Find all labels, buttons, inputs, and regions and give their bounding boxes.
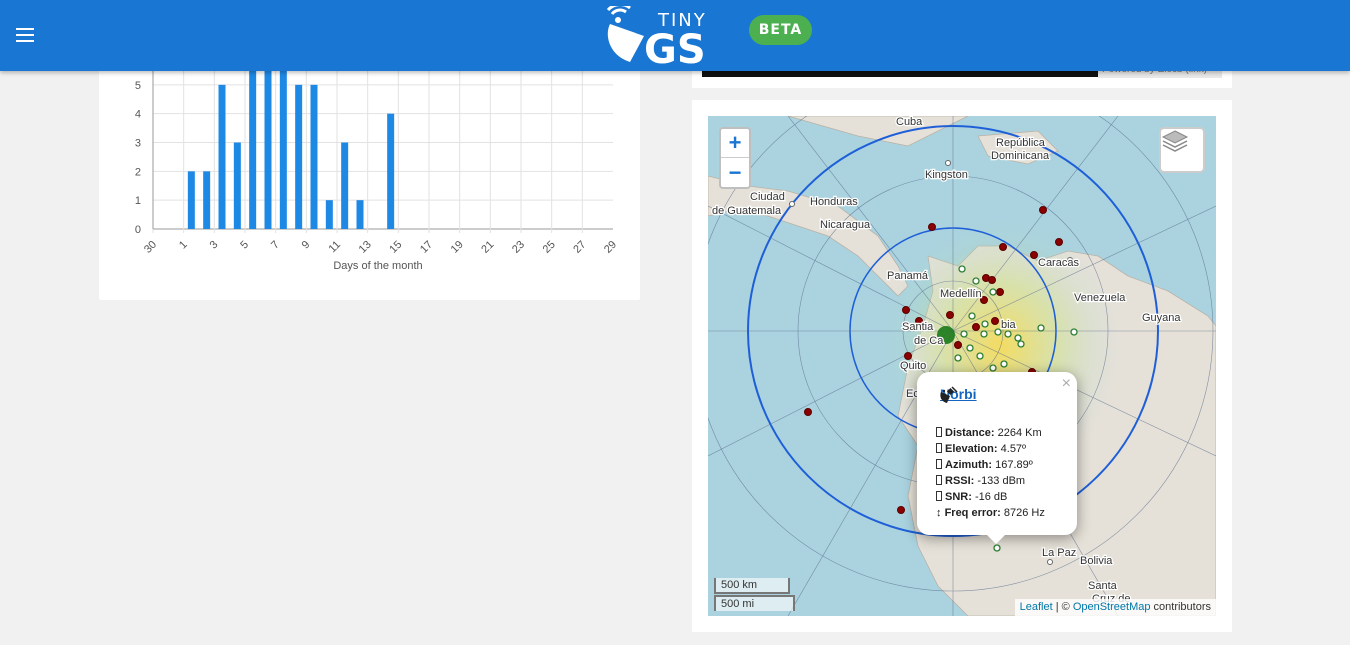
attribution-tail: contributors: [1150, 601, 1211, 613]
label-santiago-2: de Ca: [914, 335, 944, 347]
azimuth-icon: [936, 459, 942, 469]
popup-row-distance: Distance: 2264 Km: [936, 425, 1045, 441]
x-tick-label: 29: [602, 239, 619, 256]
popup-close-button[interactable]: ×: [1062, 375, 1071, 393]
label-nicaragua: Nicaragua: [820, 219, 871, 231]
map-card: Cuba República Dominicana Kingston Ciuda…: [692, 100, 1232, 632]
y-tick-label: 2: [135, 166, 141, 178]
beta-badge: BETA: [749, 15, 812, 45]
popup-tip: [986, 534, 1006, 544]
distance-icon: [936, 427, 942, 437]
x-axis-label: Days of the month: [333, 260, 422, 272]
x-tick-label: 30: [142, 239, 159, 256]
days-bar-chart: 01234530 1 3 5 7 9 11 13 15 17 19 21 23 25 27 29Days of…: [135, 40, 619, 272]
label-cuba: Cuba: [896, 116, 923, 128]
x-tick-label: 17: [418, 239, 435, 256]
attribution-separator: | ©: [1052, 601, 1073, 613]
map-tiles: Cuba República Dominicana Kingston Ciuda…: [708, 116, 1216, 616]
popup-details: Distance: 2264 Km Elevation: 4.57º Azimu…: [936, 425, 1045, 521]
x-tick-label: 21: [479, 239, 496, 256]
popup-row-snr: SNR: -16 dB: [936, 489, 1045, 505]
snr-icon: [936, 491, 942, 501]
y-tick-label: 5: [135, 80, 141, 92]
y-tick-label: 1: [135, 195, 141, 207]
label-colombia: bia: [1001, 319, 1017, 331]
bar-day-3: [203, 171, 211, 229]
label-santa: Santa: [1088, 580, 1118, 592]
osm-link[interactable]: OpenStreetMap: [1073, 601, 1151, 613]
layers-icon[interactable]: [1159, 127, 1205, 173]
y-tick-label: 0: [135, 224, 141, 236]
popup-row-rssi: RSSI: -133 dBm: [936, 473, 1045, 489]
x-tick-label: 19: [449, 239, 466, 256]
popup-row-elevation: Elevation: 4.57º: [936, 441, 1045, 457]
label-venezuela: Venezuela: [1074, 292, 1126, 304]
x-tick-label: 1: [177, 239, 190, 252]
x-tick-label: 23: [510, 239, 527, 256]
bar-day-5: [233, 142, 241, 229]
zoom-control: + −: [719, 127, 751, 189]
bar-day-2: [187, 171, 195, 229]
label-dominicana: Dominicana: [991, 150, 1050, 162]
bar-day-10: [310, 84, 318, 229]
x-tick-label: 7: [269, 239, 282, 252]
label-santiago-1: Santia: [902, 321, 934, 333]
label-quito: Quito: [900, 360, 926, 372]
monthly-chart-card: 0 1 2 3 4 5 30 1 3 5 7 9 11 13 15 17 19 21 23 25 27 29 Days of…: [99, 40, 640, 300]
label-medellin: Medellín: [940, 288, 982, 300]
label-panama: Panamá: [887, 270, 929, 282]
logo-text-main: GS: [644, 27, 706, 66]
label-kingston: Kingston: [925, 169, 968, 181]
tinygs-logo[interactable]: TINY GS: [604, 3, 722, 73]
bar-day-6: [249, 56, 257, 229]
popup-row-azimuth: Azimuth: 167.89º: [936, 457, 1045, 473]
label-caracas: Caracas: [1038, 257, 1079, 269]
leaflet-link[interactable]: Leaflet: [1020, 601, 1053, 613]
label-la-paz: La Paz: [1042, 547, 1076, 559]
label-guyana: Guyana: [1142, 312, 1181, 324]
x-tick-label: 13: [357, 239, 374, 256]
y-tick-label: 4: [135, 109, 141, 121]
hamburger-menu-icon[interactable]: [16, 24, 40, 46]
elevation-icon: [936, 443, 942, 453]
bar-day-15: [387, 113, 395, 229]
label-ciudad: Ciudad: [750, 191, 785, 203]
x-tick-label: 9: [300, 239, 313, 252]
bar-day-13: [356, 200, 364, 229]
x-tick-label: 5: [238, 239, 251, 252]
leaflet-map[interactable]: Cuba República Dominicana Kingston Ciuda…: [708, 116, 1216, 616]
zoom-out-button[interactable]: −: [721, 158, 749, 187]
x-tick-label: 25: [541, 239, 558, 256]
x-tick-label: 15: [387, 239, 404, 256]
bar-day-7: [264, 56, 272, 229]
label-bolivia: Bolivia: [1080, 555, 1113, 567]
x-tick-label: 11: [327, 239, 344, 256]
x-tick-label: 3: [208, 239, 221, 252]
freq-error-icon: ↕: [936, 507, 942, 519]
bar-day-4: [218, 84, 226, 229]
popup-row-freq-error: ↕ Freq error: 8726 Hz: [936, 507, 1045, 519]
map-attribution: Leaflet | © OpenStreetMap contributors: [1014, 599, 1216, 616]
scale-mi: 500 mi: [714, 595, 795, 611]
label-honduras: Honduras: [810, 196, 858, 208]
popup-title: Norbi: [938, 386, 977, 403]
bar-day-11: [325, 200, 333, 229]
label-republica: República: [996, 137, 1046, 149]
y-tick-label: 3: [135, 138, 141, 150]
x-tick-label: 27: [571, 239, 588, 256]
rssi-icon: [936, 475, 942, 485]
bar-day-8: [279, 56, 287, 229]
scale-km: 500 km: [714, 578, 790, 594]
bar-day-12: [341, 142, 349, 229]
zoom-in-button[interactable]: +: [721, 129, 749, 158]
satellite-icon: [940, 386, 958, 403]
bar-day-9: [295, 84, 303, 229]
top-app-bar: TINY GS BETA: [0, 0, 1350, 73]
label-guatemala: de Guatemala: [712, 205, 782, 217]
satellite-popup: × Norbi Distance: 2264 Km Elevation: 4.5…: [917, 372, 1077, 535]
